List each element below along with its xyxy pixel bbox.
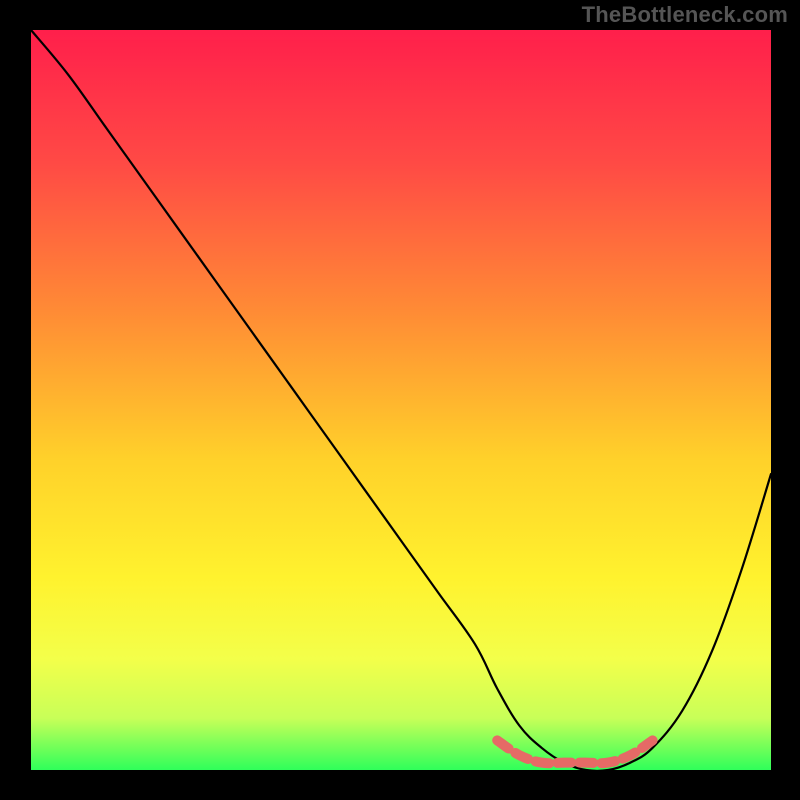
chart-container: { "watermark": "TheBottleneck.com", "col… bbox=[0, 0, 800, 800]
bottleneck-chart bbox=[0, 0, 800, 800]
watermark-text: TheBottleneck.com bbox=[582, 2, 788, 28]
plot-background bbox=[31, 30, 771, 770]
